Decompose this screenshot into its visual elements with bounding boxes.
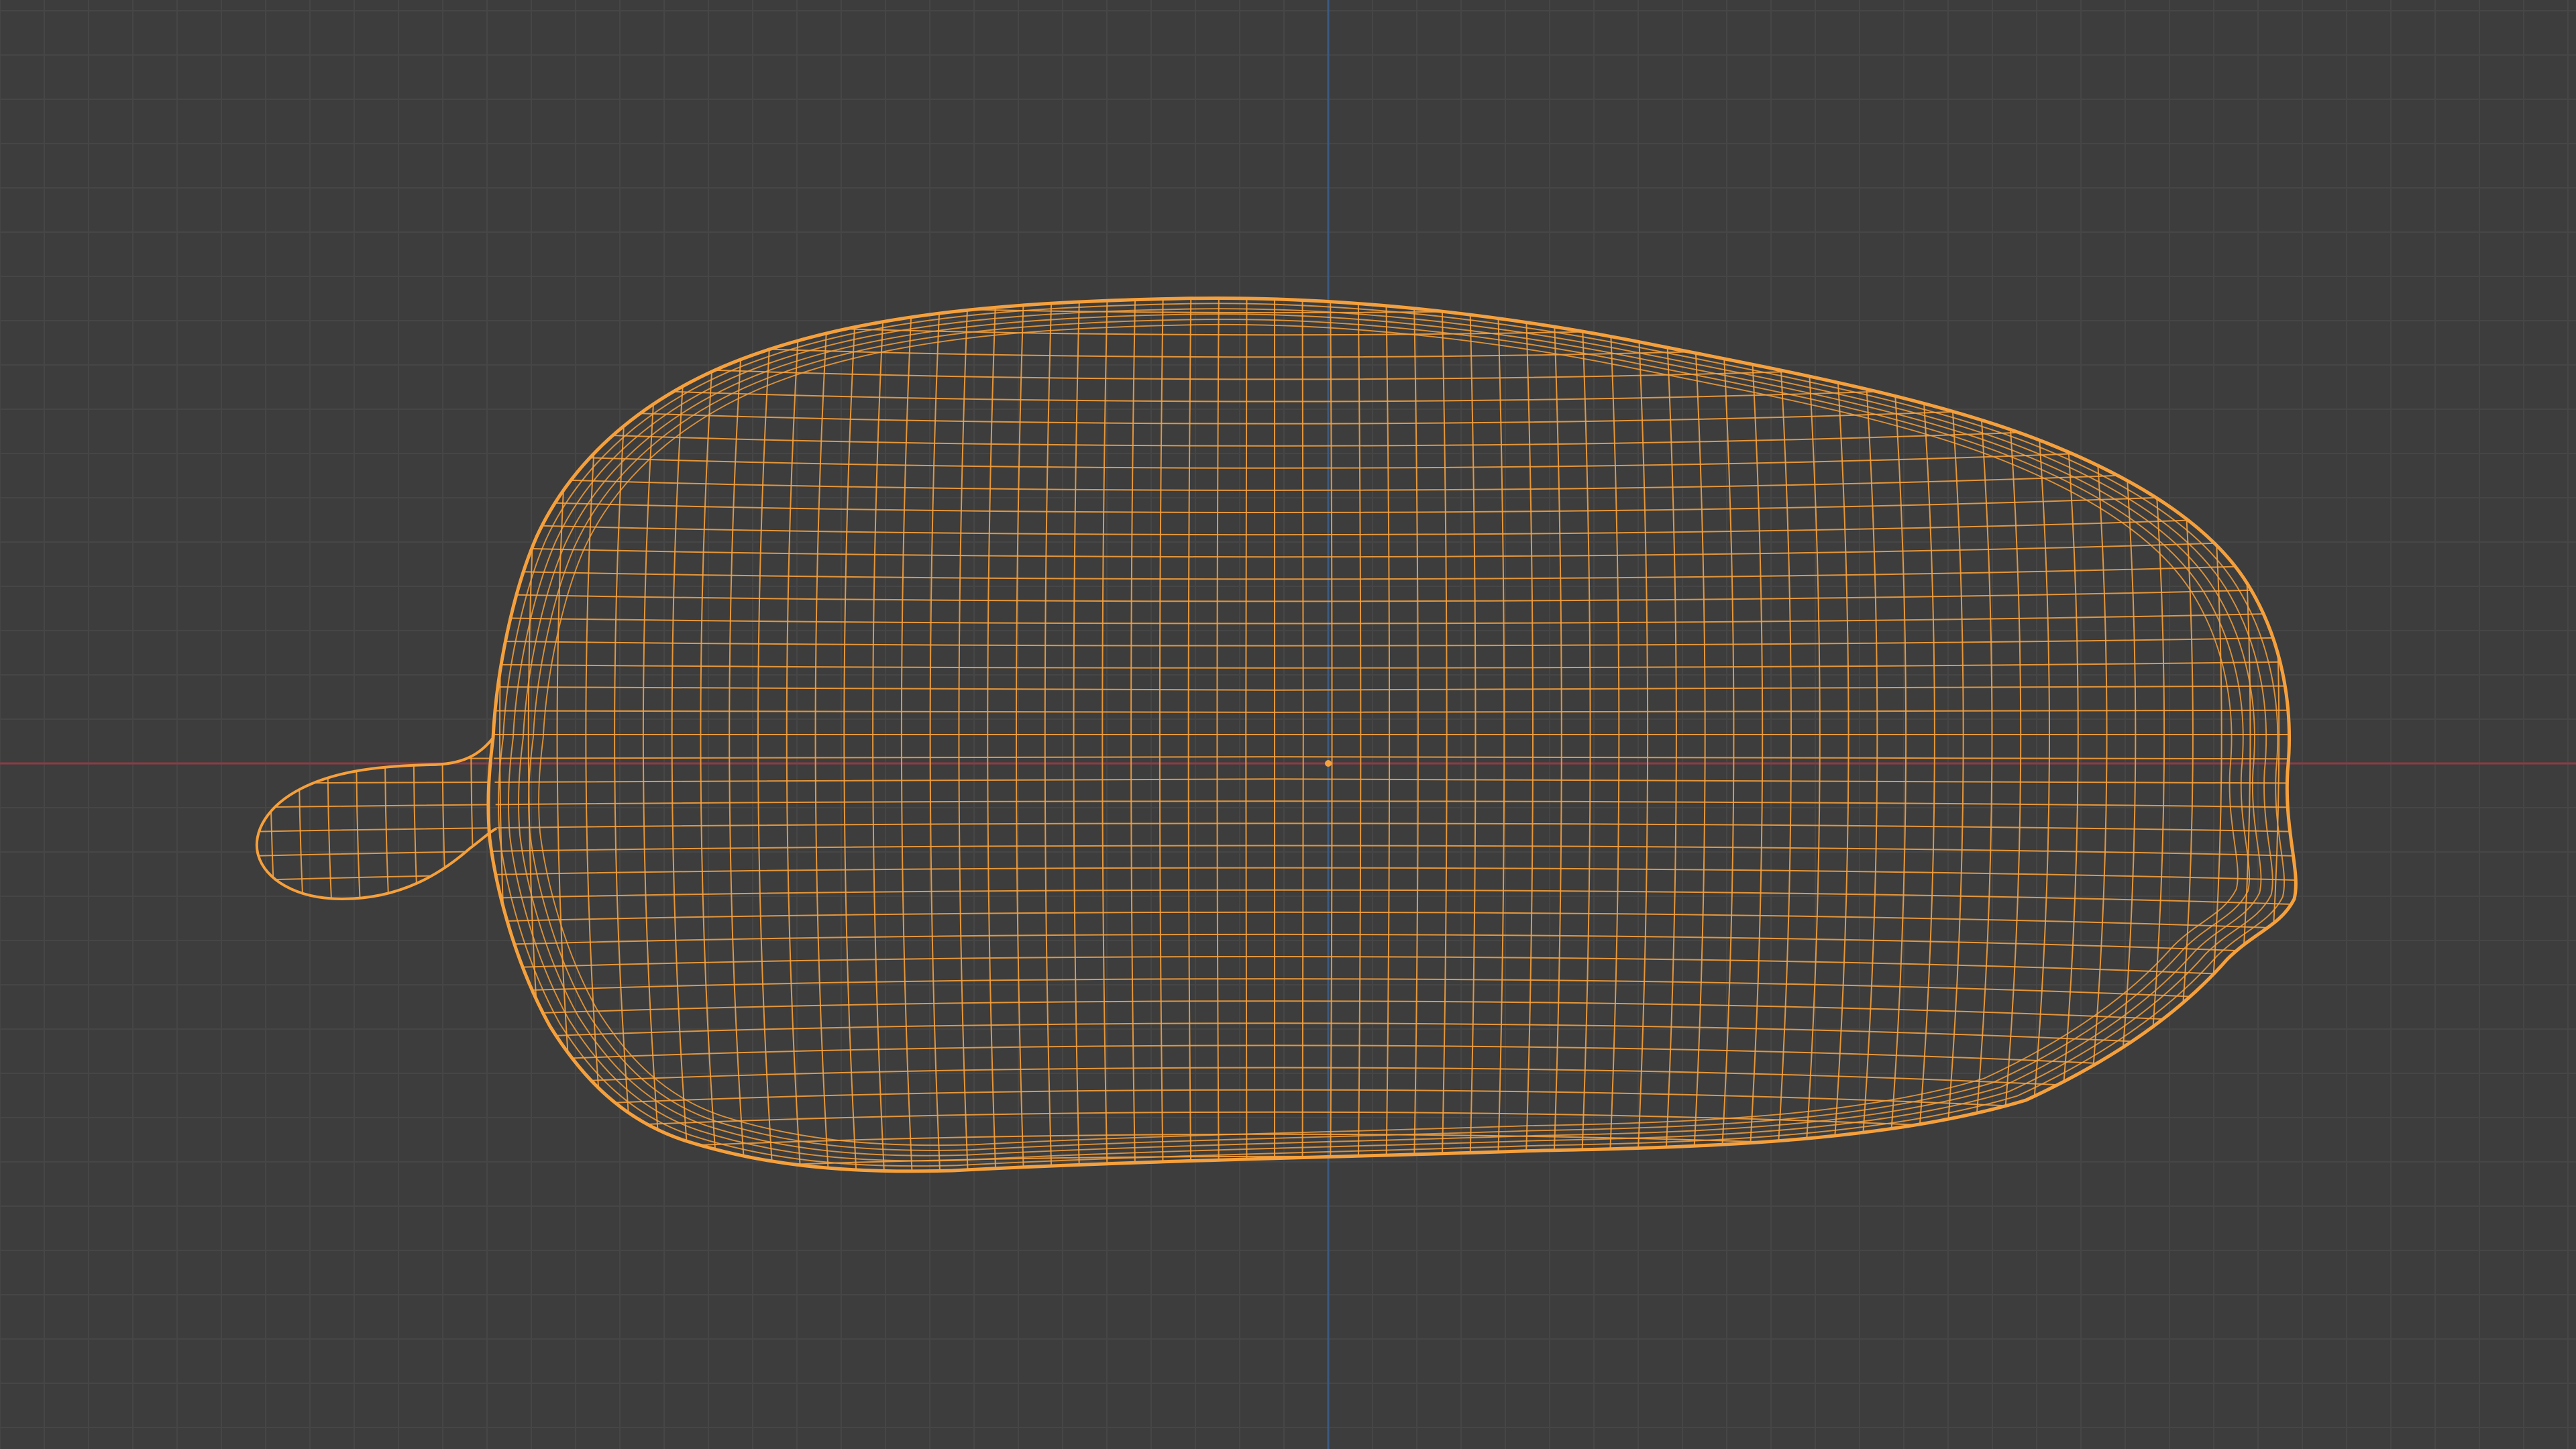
mesh-edge <box>298 298 329 1171</box>
selected-mesh-object[interactable] <box>241 248 2308 1221</box>
3d-viewport[interactable] <box>0 0 2576 1449</box>
mesh-edge <box>470 298 496 1171</box>
mesh-edge <box>441 298 468 1171</box>
mesh-stem-outline <box>255 737 497 901</box>
viewport-grid <box>0 0 2576 1449</box>
mesh-edge <box>356 298 384 1171</box>
mesh-edge <box>241 248 2308 290</box>
mesh-edge <box>269 298 301 1171</box>
mesh-edge <box>241 1179 2308 1221</box>
object-origin-dot[interactable] <box>1325 760 1332 767</box>
mesh-edge <box>327 298 356 1171</box>
mesh-wireframe-edges <box>241 248 2308 1221</box>
mesh-edge <box>256 298 272 1171</box>
mesh-edge <box>413 298 440 1171</box>
